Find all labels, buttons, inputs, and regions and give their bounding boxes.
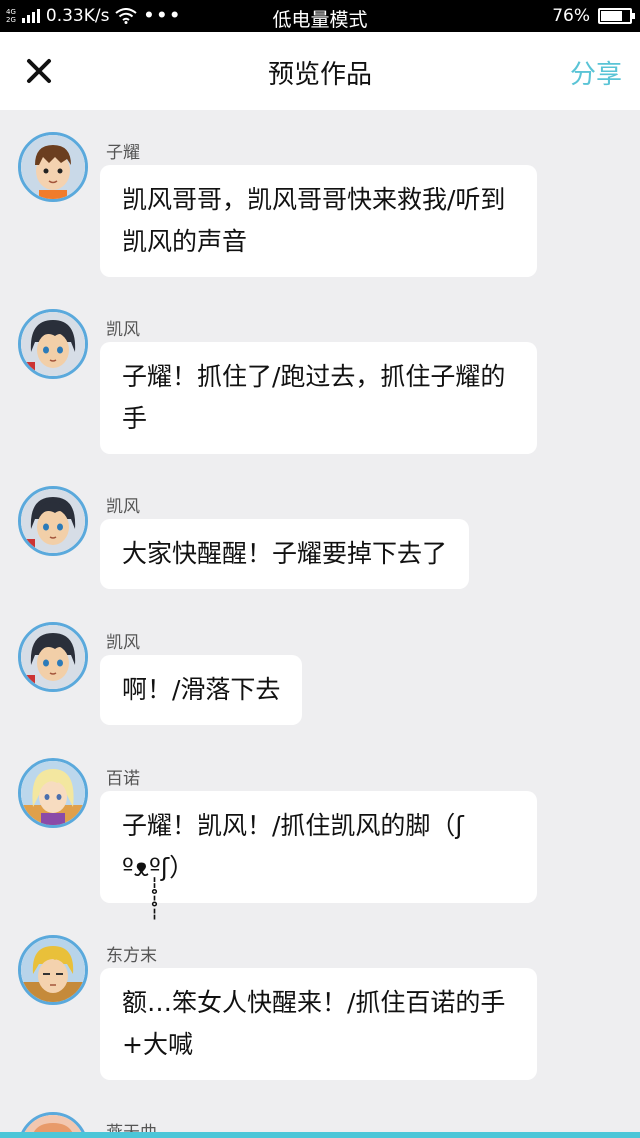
boy-dark-hair-avatar-icon[interactable] xyxy=(18,309,88,379)
boy-dark-hair-avatar-icon[interactable] xyxy=(18,486,88,556)
sender-name: 凯风 xyxy=(106,633,140,653)
header: 预览作品 分享 xyxy=(0,32,640,110)
sender-name: 燕天曲 xyxy=(106,1118,157,1132)
battery-icon xyxy=(598,8,635,24)
status-right: 76% xyxy=(552,0,635,32)
message-bubble: 子耀！抓住了/跑过去，抓住子耀的手 xyxy=(100,342,537,454)
page-title: 预览作品 xyxy=(267,60,372,90)
battery-fill xyxy=(601,11,623,21)
wifi-icon xyxy=(115,8,138,24)
girl-blonde-avatar-icon[interactable] xyxy=(18,758,88,828)
close-button[interactable] xyxy=(22,56,56,86)
boy-blonde-avatar-icon[interactable] xyxy=(18,935,88,1005)
more-dots: ••• xyxy=(143,6,183,26)
sender-name: 子耀 xyxy=(106,143,140,163)
network-type: 4G 2G xyxy=(6,8,16,24)
network-4g-label: 4G xyxy=(6,8,16,16)
bottom-accent-bar xyxy=(0,1132,640,1138)
sender-name: 百诺 xyxy=(106,769,140,789)
status-left: 4G 2G 0.33K/s ••• xyxy=(6,0,182,32)
sender-name: 东方末 xyxy=(106,946,157,966)
partial-avatar-icon[interactable] xyxy=(18,1112,88,1132)
message-bubble: 啊！/滑落下去 xyxy=(100,655,303,725)
battery-percent: 76% xyxy=(552,6,590,26)
status-bar: 4G 2G 0.33K/s ••• 低电量模式 76% xyxy=(0,0,640,32)
sender-name: 凯风 xyxy=(106,320,140,340)
network-speed: 0.33K/s xyxy=(45,6,110,26)
share-button[interactable]: 分享 xyxy=(570,54,622,91)
message-bubble: 额…笨女人快醒来！/抓住百诺的手+大喊 xyxy=(100,968,537,1080)
message-bubble: 子耀！凯风！/抓住凯风的脚（ʃ ºᴥº̩̩̥̩̥̩̩ʃ） xyxy=(100,791,537,903)
message-bubble: 大家快醒醒！子耀要掉下去了 xyxy=(100,519,470,589)
message-bubble: 凯风哥哥，凯风哥哥快来救我/听到凯风的声音 xyxy=(100,165,537,277)
sender-name: 凯风 xyxy=(106,497,140,517)
close-icon xyxy=(27,59,51,83)
signal-icon xyxy=(21,9,40,23)
network-2g-label: 2G xyxy=(6,16,16,24)
boy-dark-hair-avatar-icon[interactable] xyxy=(18,622,88,692)
boy-brown-hair-avatar-icon[interactable] xyxy=(18,132,88,202)
message-list[interactable]: 子耀 凯风哥哥，凯风哥哥快来救我/听到凯风的声音 凯风 子耀！抓住了/跑过去，抓… xyxy=(0,110,640,1132)
